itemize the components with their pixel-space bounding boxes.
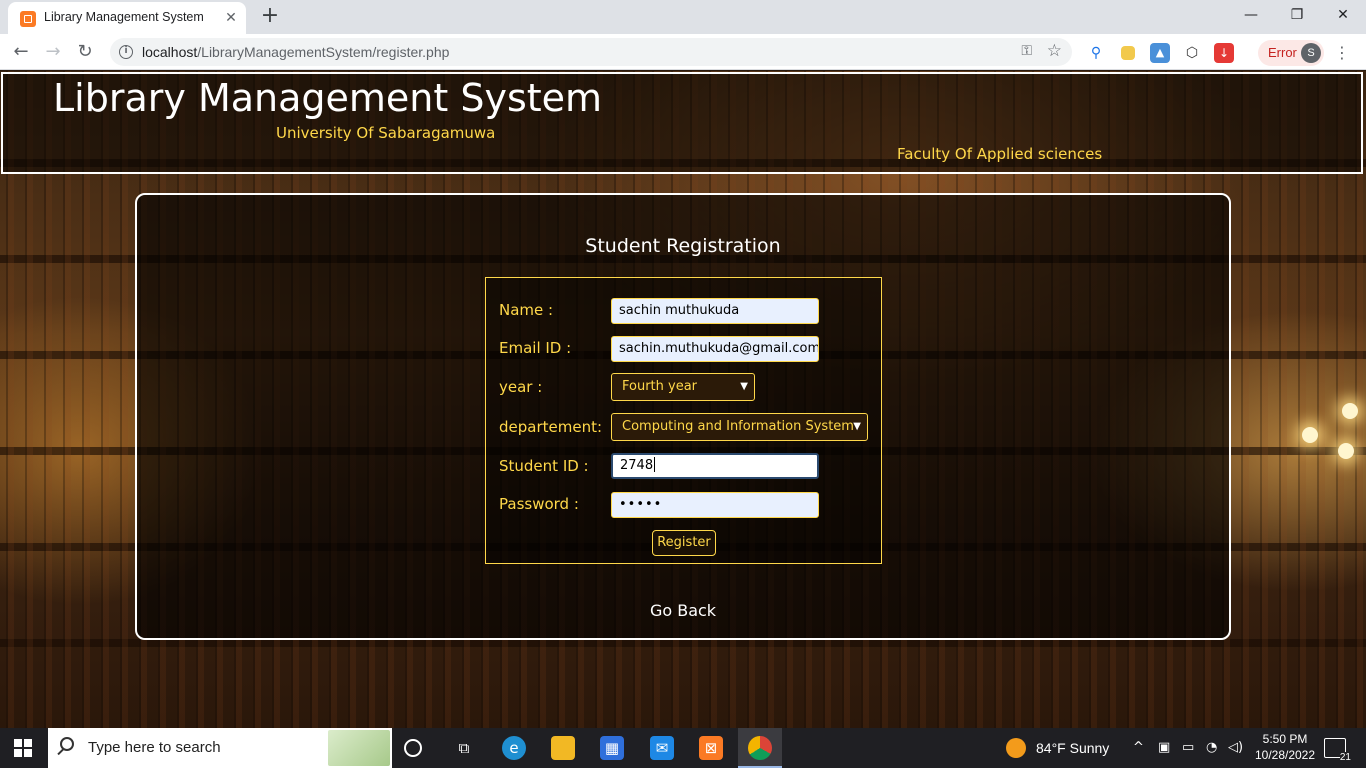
avatar: S <box>1301 43 1321 63</box>
student-id-label: Student ID : <box>499 457 589 475</box>
name-label: Name : <box>499 301 554 319</box>
search-highlight-image <box>328 730 390 766</box>
system-clock[interactable]: 5:50 PM 10/28/2022 <box>1252 731 1318 763</box>
xampp-icon[interactable]: ⊠ <box>699 736 723 760</box>
url-text[interactable]: localhost/LibraryManagementSystem/regist… <box>142 44 449 60</box>
cortana-icon[interactable] <box>404 739 422 757</box>
dropdown-arrow-icon: ▼ <box>853 421 861 432</box>
edge-browser-icon[interactable]: e <box>502 736 526 760</box>
restore-button[interactable]: ❐ <box>1274 4 1320 28</box>
cube-extension-icon[interactable]: ⬡ <box>1182 43 1202 63</box>
lamp-light <box>1302 427 1318 443</box>
volume-icon[interactable]: ◁) <box>1228 740 1243 755</box>
site-header: Library Management System University Of … <box>1 72 1363 174</box>
email-label: Email ID : <box>499 339 572 357</box>
address-bar[interactable]: i localhost/LibraryManagementSystem/regi… <box>110 38 1072 66</box>
bookmark-star-icon[interactable]: ☆ <box>1047 41 1062 61</box>
xampp-favicon-icon <box>20 11 36 27</box>
reload-icon[interactable]: ↻ <box>72 40 98 64</box>
register-button[interactable]: Register <box>652 530 716 556</box>
image-extension-icon[interactable]: ▲ <box>1150 43 1170 63</box>
new-tab-button[interactable]: + <box>258 5 282 29</box>
profile-error-button[interactable]: Error S <box>1258 40 1324 66</box>
tab-close-icon[interactable]: ✕ <box>222 9 240 27</box>
page-title: Library Management System <box>53 76 603 120</box>
minimize-button[interactable]: — <box>1228 4 1274 28</box>
task-view-icon[interactable]: ⧉ <box>452 736 476 760</box>
department-selected-value: Computing and Information System <box>622 419 854 434</box>
window-close-button[interactable]: ✕ <box>1320 4 1366 28</box>
meet-now-icon[interactable]: ▣ <box>1158 740 1170 755</box>
battery-icon[interactable]: ▭ <box>1182 740 1194 755</box>
department-select[interactable]: Computing and Information System ▼ <box>611 413 868 441</box>
text-caret <box>654 457 656 472</box>
registration-heading: Student Registration <box>585 235 781 257</box>
tray-chevron-icon[interactable]: ^ <box>1133 740 1144 755</box>
email-input[interactable]: sachin.muthukuda@gmail.com <box>611 336 819 362</box>
registration-panel: Student Registration Name : sachin muthu… <box>135 193 1231 640</box>
go-back-link[interactable]: Go Back <box>137 601 1229 620</box>
password-key-icon[interactable]: ⚿ <box>1021 43 1032 59</box>
notification-center-icon[interactable]: 21 <box>1324 738 1351 763</box>
weather-text[interactable]: 84°F Sunny <box>1036 740 1109 756</box>
download-extension-icon[interactable]: ↓ <box>1214 43 1234 63</box>
notification-count: 21 <box>1339 752 1351 763</box>
chrome-taskbar-button[interactable] <box>738 728 782 768</box>
file-explorer-icon[interactable] <box>551 736 575 760</box>
search-icon <box>60 737 74 751</box>
cookie-extension-icon[interactable] <box>1121 46 1135 60</box>
forward-arrow-icon[interactable]: → <box>40 40 66 64</box>
back-arrow-icon[interactable]: ← <box>8 40 34 64</box>
microsoft-store-icon[interactable]: ▦ <box>600 736 624 760</box>
clock-time: 5:50 PM <box>1262 732 1308 746</box>
browser-menu-icon[interactable]: ⋮ <box>1334 42 1350 64</box>
year-label: year : <box>499 378 543 396</box>
university-name: University Of Sabaragamuwa <box>276 124 496 142</box>
tab-title: Library Management System <box>44 10 204 24</box>
lamp-light <box>1338 443 1354 459</box>
tab-strip: Library Management System ✕ + — ❐ ✕ <box>0 0 1366 34</box>
lamp-light <box>1342 403 1358 419</box>
department-label: departement: <box>499 418 603 436</box>
error-label: Error <box>1268 45 1297 60</box>
url-host: localhost <box>142 44 198 60</box>
wifi-icon[interactable]: ◔ <box>1206 740 1217 755</box>
page-background: Library Management System University Of … <box>0 71 1366 728</box>
browser-tab[interactable]: Library Management System ✕ <box>8 2 246 34</box>
chrome-icon <box>748 736 772 760</box>
faculty-name: Faculty Of Applied sciences <box>897 145 1103 163</box>
windows-start-icon[interactable] <box>14 739 32 757</box>
weather-sun-icon[interactable] <box>1006 738 1026 758</box>
registration-form: Name : sachin muthukuda Email ID : sachi… <box>485 277 882 564</box>
url-path: /LibraryManagementSystem/register.php <box>197 44 450 60</box>
student-id-input[interactable]: 2748 <box>611 453 819 479</box>
password-label: Password : <box>499 495 579 513</box>
site-info-icon[interactable]: i <box>119 45 133 59</box>
dropdown-arrow-icon: ▼ <box>740 381 748 392</box>
password-input[interactable]: ••••• <box>611 492 819 518</box>
student-id-value: 2748 <box>620 458 654 473</box>
mail-icon[interactable]: ✉ <box>650 736 674 760</box>
search-extension-icon[interactable]: ⚲ <box>1086 43 1106 63</box>
year-selected-value: Fourth year <box>622 379 698 394</box>
name-input[interactable]: sachin muthukuda <box>611 298 819 324</box>
year-select[interactable]: Fourth year ▼ <box>611 373 755 401</box>
clock-date: 10/28/2022 <box>1254 748 1316 762</box>
taskbar-search[interactable]: Type here to search <box>48 728 392 768</box>
search-placeholder: Type here to search <box>88 739 221 756</box>
windows-taskbar: Type here to search ⧉ e ▦ ✉ ⊠ 84°F Sunny… <box>0 728 1366 768</box>
